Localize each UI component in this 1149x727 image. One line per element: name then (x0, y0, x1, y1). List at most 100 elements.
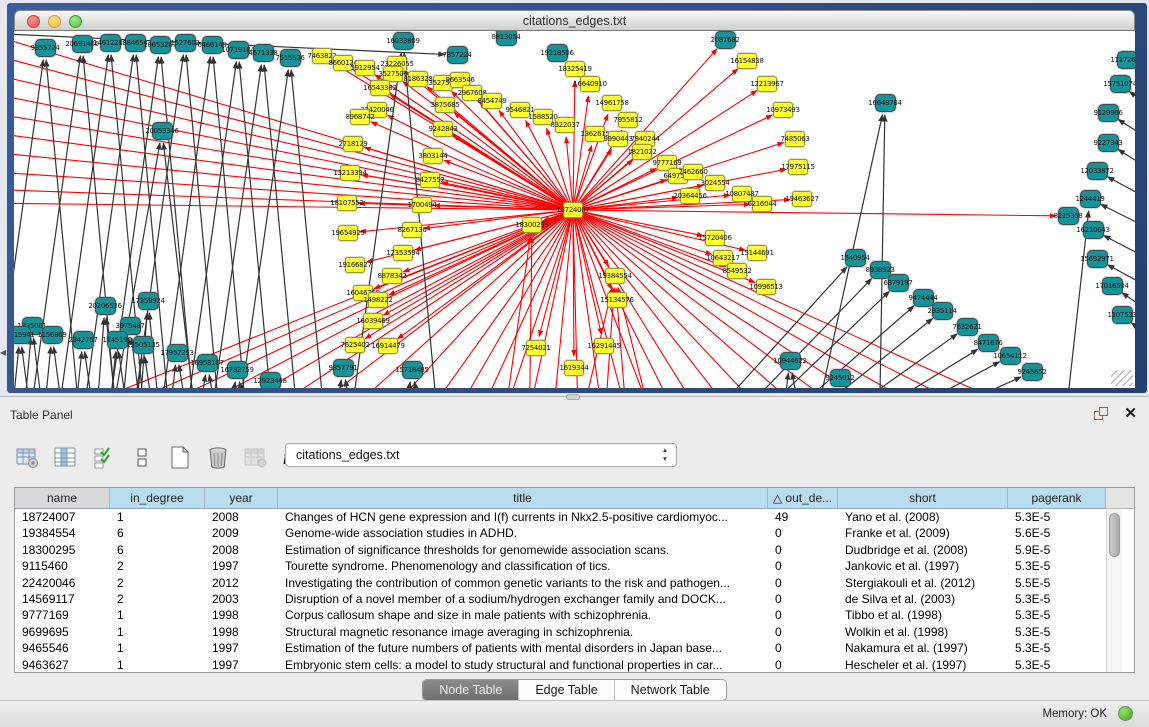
graph-node[interactable] (705, 175, 725, 191)
collapse-panel-arrow-icon[interactable]: ◀ (0, 345, 7, 361)
column-header-short[interactable]: short (838, 488, 1008, 509)
graph-node[interactable] (757, 76, 777, 92)
column-header-out-de-[interactable]: △ out_de... (768, 488, 838, 509)
close-panel-icon[interactable]: ✕ (1124, 405, 1137, 423)
table-row[interactable]: 2242004622012Investigating the contribut… (15, 575, 1106, 591)
graph-node[interactable] (152, 122, 173, 140)
graph-node[interactable] (107, 331, 128, 349)
graph-node[interactable] (756, 279, 776, 295)
column-header-name[interactable]: name (15, 488, 110, 509)
graph-node[interactable] (138, 292, 159, 310)
graph-node[interactable] (705, 230, 725, 246)
graph-node[interactable] (496, 31, 517, 46)
graph-node[interactable] (1058, 207, 1079, 225)
column-header-in-degree[interactable]: in_degree (110, 488, 205, 509)
graph-node[interactable] (1022, 363, 1043, 381)
graph-node[interactable] (350, 109, 370, 125)
show-columns-icon[interactable] (52, 444, 80, 472)
graph-node[interactable] (228, 41, 249, 59)
graph-node[interactable] (715, 31, 736, 49)
graph-node[interactable] (402, 361, 423, 379)
graph-node[interactable] (338, 225, 358, 241)
table-row[interactable]: 977716911998Corpus callosum shape and si… (15, 607, 1106, 623)
column-header-title[interactable]: title (278, 488, 768, 509)
graph-node[interactable] (150, 36, 171, 54)
graph-node[interactable] (367, 102, 387, 118)
graph-node[interactable] (420, 172, 440, 188)
graph-node[interactable] (683, 164, 703, 180)
graph-node[interactable] (1098, 104, 1119, 122)
graph-node-hub[interactable] (563, 202, 583, 218)
graph-node[interactable] (72, 35, 93, 53)
graph-node[interactable] (785, 131, 805, 147)
graph-node[interactable] (402, 222, 422, 238)
graph-node[interactable] (35, 39, 56, 57)
graph-node[interactable] (1087, 250, 1108, 268)
graph-node[interactable] (435, 97, 455, 113)
graph-node[interactable] (522, 217, 542, 233)
graph-node[interactable] (370, 80, 390, 96)
tab-network-table[interactable]: Network Table (614, 680, 726, 700)
float-panel-icon[interactable] (1094, 407, 1109, 422)
table-row[interactable]: 1830029562008Estimation of significance … (15, 542, 1106, 558)
graph-node[interactable] (260, 372, 281, 388)
table-row[interactable]: 911546021997Tourette syndrome. Phenomeno… (15, 558, 1106, 574)
graph-node[interactable] (1087, 162, 1108, 180)
graph-node[interactable] (100, 34, 121, 52)
graph-node[interactable] (608, 131, 628, 147)
table-select-dropdown[interactable]: citations_edges.txt ▲▼ (285, 443, 677, 467)
graph-node[interactable] (845, 249, 866, 267)
graph-node[interactable] (585, 126, 605, 142)
graph-node[interactable] (343, 136, 363, 152)
select-rows-icon[interactable] (90, 444, 118, 472)
graph-node[interactable] (253, 44, 274, 62)
graph-node[interactable] (580, 76, 600, 92)
graph-node[interactable] (875, 94, 896, 112)
graph-node[interactable] (602, 95, 622, 111)
graph-node[interactable] (533, 109, 553, 125)
tab-edge-table[interactable]: Edge Table (518, 680, 613, 700)
table-row[interactable]: 946362711997Embryonic stem cells: a mode… (15, 657, 1106, 673)
graph-node[interactable] (280, 49, 301, 67)
tab-node-table[interactable]: Node Table (423, 680, 518, 700)
graph-node[interactable] (462, 85, 482, 101)
graph-node[interactable] (932, 302, 953, 320)
delete-table-icon[interactable] (204, 444, 232, 472)
graph-node[interactable] (197, 354, 218, 372)
graph-node[interactable] (752, 196, 772, 212)
graph-node[interactable] (605, 268, 625, 284)
graph-node[interactable] (345, 257, 365, 273)
graph-node[interactable] (1080, 190, 1101, 208)
table-row[interactable]: 1938455462009Genome-wide association stu… (15, 525, 1106, 541)
graph-node[interactable] (345, 337, 365, 353)
graph-node[interactable] (788, 159, 808, 175)
graph-node[interactable] (333, 55, 353, 71)
graph-node[interactable] (363, 313, 383, 329)
graph-node[interactable] (737, 53, 757, 69)
graph-node[interactable] (913, 289, 934, 307)
graph-node[interactable] (727, 263, 747, 279)
graph-node[interactable] (73, 331, 94, 349)
graph-node[interactable] (167, 344, 188, 362)
graph-node[interactable] (957, 318, 978, 336)
graph-node[interactable] (337, 195, 357, 211)
graph-node[interactable] (393, 245, 413, 261)
graph-node[interactable] (773, 102, 793, 118)
graph-node[interactable] (1102, 277, 1123, 295)
graph-node[interactable] (202, 36, 223, 54)
graph-node[interactable] (747, 245, 767, 261)
graph-node[interactable] (1110, 75, 1131, 93)
graph-node[interactable] (95, 297, 116, 315)
row-height-icon[interactable] (128, 444, 156, 472)
graph-node[interactable] (14, 326, 31, 344)
graph-node[interactable] (792, 191, 812, 207)
graph-node[interactable] (888, 274, 909, 292)
graph-node[interactable] (564, 360, 584, 376)
graph-node[interactable] (333, 359, 354, 377)
graph-node[interactable] (547, 44, 568, 62)
graph-node[interactable] (412, 197, 432, 213)
scrollbar-thumb[interactable] (1109, 513, 1120, 557)
graph-node[interactable] (393, 32, 414, 50)
graph-node[interactable] (780, 352, 801, 370)
graph-node[interactable] (1000, 347, 1021, 365)
